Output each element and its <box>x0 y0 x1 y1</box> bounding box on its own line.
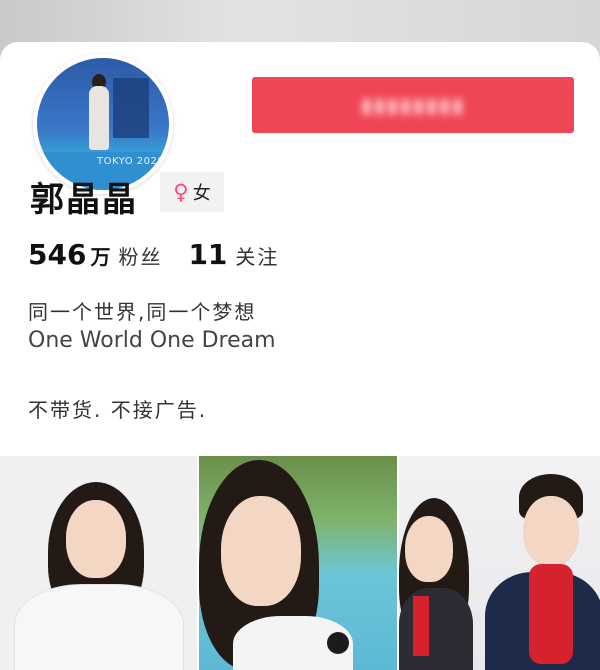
following-count: 11 <box>188 238 228 271</box>
video-thumbnail-3[interactable] <box>399 456 600 670</box>
video-gallery <box>0 456 600 670</box>
thumbnail-person-face <box>405 516 453 582</box>
followers-count: 546 <box>28 238 87 271</box>
avatar-caption: TOKYO 2020 <box>97 156 165 167</box>
profile-name: 郭晶晶 <box>30 180 138 220</box>
thumbnail-person-face <box>523 496 579 566</box>
profile-card: TOKYO 2020 ▮▮▮▮▮▮▮▮ 郭晶晶 ♀ 女 546 万 粉丝 11 … <box>0 42 600 460</box>
bio-line-1: 同一个世界,同一个梦想 <box>28 300 257 324</box>
thumbnail-person-shirt <box>399 588 473 670</box>
followers-count-unit: 万 <box>90 245 111 269</box>
thumbnail-scarf <box>529 564 573 664</box>
gender-badge: ♀ 女 <box>160 172 224 212</box>
followers-stat[interactable]: 546 万 粉丝 <box>28 238 162 271</box>
bio-line-3: 不带货. 不接广告. <box>28 398 208 422</box>
thumbnail-person-face <box>66 500 126 578</box>
avatar-person <box>89 86 109 150</box>
video-thumbnail-2[interactable] <box>199 456 397 670</box>
bio-line-2: One World One Dream <box>28 328 276 353</box>
thumbnail-person-face <box>221 496 301 606</box>
profile-stats: 546 万 粉丝 11 关注 <box>28 238 279 271</box>
video-thumbnail-1[interactable] <box>0 456 197 670</box>
microphone-icon <box>327 632 349 654</box>
follow-button[interactable]: ▮▮▮▮▮▮▮▮ <box>252 77 574 133</box>
followers-label: 粉丝 <box>118 245 163 269</box>
gender-label: 女 <box>192 183 211 204</box>
follow-button-label: ▮▮▮▮▮▮▮▮ <box>360 93 466 117</box>
following-stat[interactable]: 11 关注 <box>188 238 279 271</box>
thumbnail-person-shirt <box>14 584 184 670</box>
female-symbol-icon: ♀ <box>173 179 189 204</box>
avatar-backdrop <box>113 78 149 138</box>
thumbnail-scarf <box>413 596 429 656</box>
following-label: 关注 <box>235 245 280 269</box>
